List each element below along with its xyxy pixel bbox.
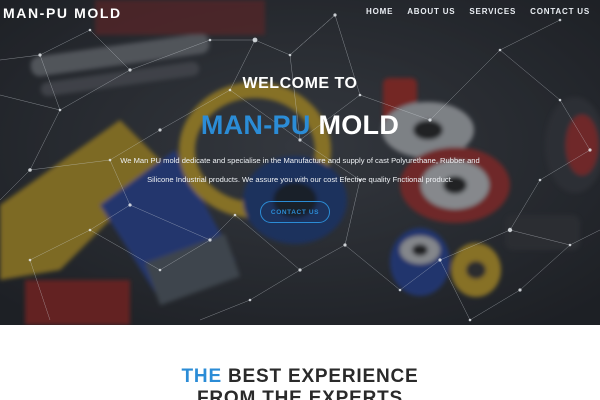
main-nav: HOME ABOUT US SERVICES CONTACT US [366, 7, 590, 16]
hero-description-line-2: Silicone Industrial products. We assure … [147, 175, 453, 184]
section-heading-rest: BEST EXPERIENCE [228, 366, 419, 387]
site-logo[interactable]: MAN-PU MOLD [3, 5, 122, 21]
hero-title-accent: MAN-PU [200, 110, 311, 140]
top-navbar: MAN-PU MOLD HOME ABOUT US SERVICES CONTA… [0, 0, 600, 24]
hero-title-rest: MOLD [318, 110, 400, 140]
hero-description: We Man PU mold dedicate and specialise i… [95, 151, 505, 189]
section-heading: THE BEST EXPERIENCE FROM THE EXPERTS [0, 366, 600, 400]
section-heading-accent: THE [181, 366, 222, 387]
contact-us-button[interactable]: CONTACT US [260, 201, 330, 223]
hero-title: MAN-PU MOLD [0, 110, 600, 141]
hero-description-line-1: We Man PU mold dedicate and specialise i… [120, 156, 480, 165]
nav-home[interactable]: HOME [366, 7, 393, 16]
experience-section: THE BEST EXPERIENCE FROM THE EXPERTS [0, 325, 600, 400]
nav-contact-us[interactable]: CONTACT US [530, 7, 590, 16]
nav-about-us[interactable]: ABOUT US [407, 7, 455, 16]
hero-banner: MAN-PU MOLD HOME ABOUT US SERVICES CONTA… [0, 0, 600, 325]
hero-welcome-text: WELCOME TO [242, 75, 358, 92]
section-heading-line-2: FROM THE EXPERTS [197, 388, 403, 400]
nav-services[interactable]: SERVICES [469, 7, 516, 16]
section-heading-line-1: THE BEST EXPERIENCE [0, 366, 600, 388]
